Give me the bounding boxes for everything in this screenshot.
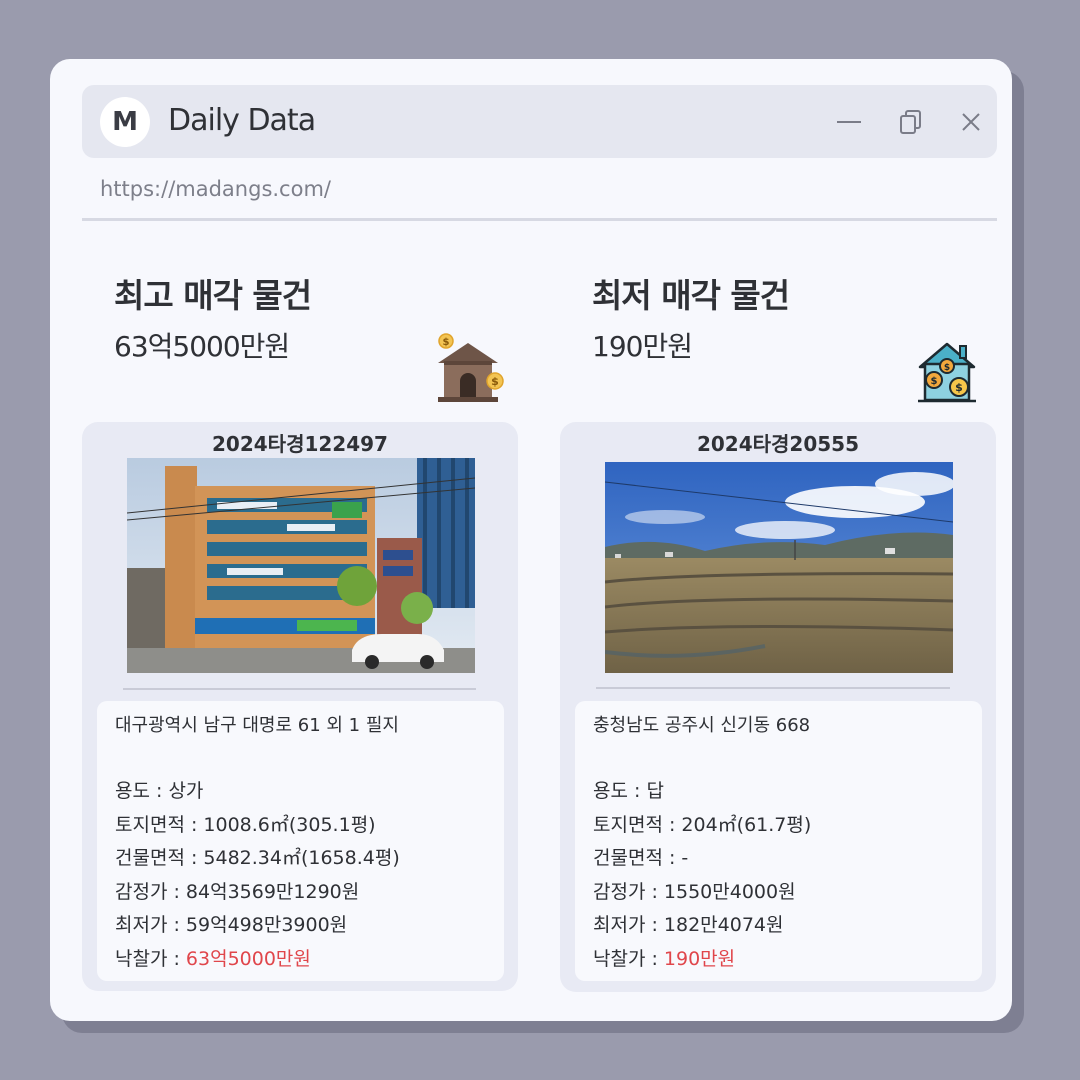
app-avatar: M [100,97,150,147]
winning-bid-row: 낙찰가 : 190만원 [593,943,964,977]
appraisal-price-text: 감정가 : 1550만4000원 [593,880,796,903]
lowest-sale-card[interactable]: 2024타경20555 충청남도 공주시 신기동 668 용도: 답 토지면적… [560,422,996,992]
usage-text: 용도 : 상가 [115,780,204,802]
lowest-sale-heading: 최저 매각 물건 [592,276,790,315]
property-photo-building [127,458,475,673]
title-bar: M Daily Data [82,85,997,158]
photo-divider [123,688,476,690]
building-area-text: 건물면적 : 5482.34㎡(1658.4평) [115,847,400,869]
usage-text: 용도 : 답 [593,780,664,802]
close-icon[interactable] [956,107,986,137]
svg-text:$: $ [931,376,938,387]
building-area-text: 건물면적 : - [593,847,689,869]
case-number: 2024타경122497 [212,432,388,456]
url-divider [82,218,997,221]
highest-sale-card[interactable]: 2024타경122497 대구광역시 남구 대명로 61 외 1 필지 용도:… [82,422,518,991]
winning-bid-value: 190만원 [663,947,736,970]
land-area-text: 토지면적 : 1008.6㎡(305.1평) [115,813,376,836]
svg-text:$: $ [443,337,450,348]
url-text[interactable]: https://madangs.com/ [100,177,331,201]
svg-text:$: $ [491,375,499,388]
highest-sale-heading: 최고 매각 물건 [114,276,312,315]
property-details: 대구광역시 남구 대명로 61 외 1 필지 용도 : 상가 토지면적 : 10… [97,701,504,981]
minimum-price-text: 최저가 : 59억498만3900원 [115,914,348,936]
lowest-sale-price: 190만원 [592,330,693,363]
property-address: 대구광역시 남구 대명로 61 외 1 필지 [115,715,399,736]
case-number: 2024타경20555 [696,432,860,456]
property-photo-field [605,462,953,673]
house-coin-icon: $ $ [438,333,504,402]
photo-divider [596,687,950,689]
highest-sale-price: 63억5000만원 [114,330,290,363]
app-window: M Daily Data https://madangs.com/ 최고 매각 … [50,59,1012,1021]
property-address: 충청남도 공주시 신기동 668 [593,715,811,736]
winning-bid-row: 낙찰가 : 63억5000만원 [115,943,486,977]
house-money-icon: $ $ $ [918,342,976,403]
minimum-price-text: 최저가 : 182만4074원 [593,914,784,936]
property-details: 충청남도 공주시 신기동 668 용도 : 답 토지면적 : 204㎡(61.7… [575,701,982,981]
appraisal-price-text: 감정가 : 84억3569만1290원 [115,880,360,903]
svg-text:$: $ [944,363,950,373]
restore-icon[interactable] [896,107,926,137]
minimize-icon[interactable] [834,107,864,137]
app-title: Daily Data [168,103,316,138]
svg-text:$: $ [955,381,963,394]
winning-bid-label: 낙찰가 : [593,947,664,970]
winning-bid-label: 낙찰가 : [115,947,186,970]
winning-bid-value: 63억5000만원 [185,947,311,970]
land-area-text: 토지면적 : 204㎡(61.7평) [593,813,812,836]
